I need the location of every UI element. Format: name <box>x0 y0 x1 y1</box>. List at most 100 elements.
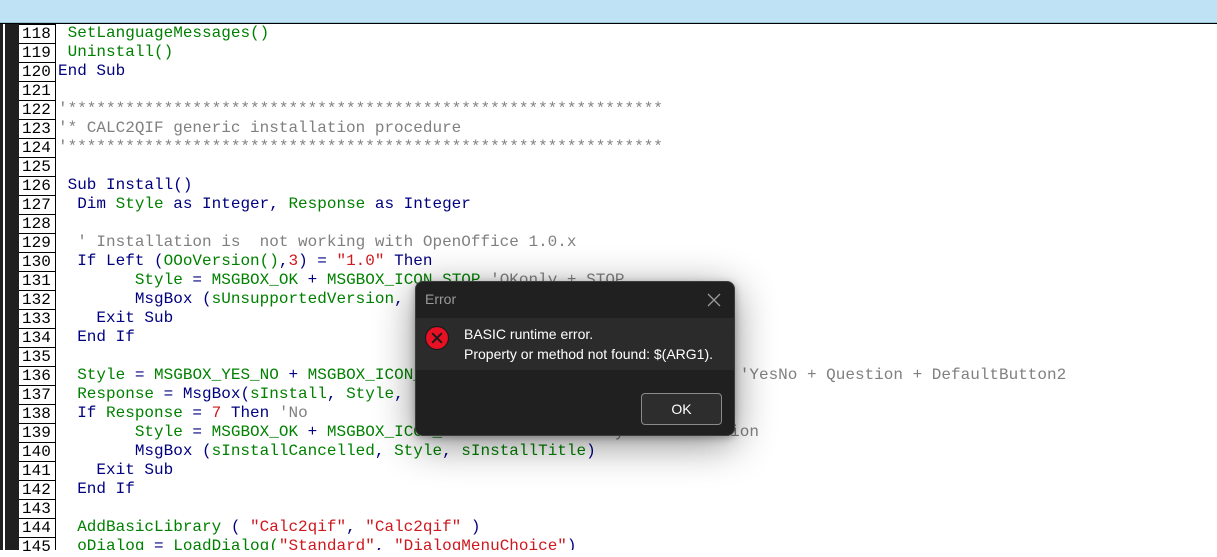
line-number: 120 <box>19 62 55 81</box>
code-line[interactable]: End If <box>58 480 135 499</box>
code-token: + <box>298 271 327 289</box>
code-token: = <box>144 537 174 550</box>
breakpoint-margin[interactable] <box>0 24 19 550</box>
line-number: 143 <box>19 499 55 518</box>
code-token: 3 <box>288 252 299 270</box>
code-token: '***************************************… <box>58 138 663 156</box>
code-token: = <box>125 366 155 384</box>
dialog-title: Error <box>425 291 457 307</box>
code-token: Dim <box>58 195 116 213</box>
code-token: Style <box>77 366 126 384</box>
code-token: Uninstall() <box>67 43 174 61</box>
line-number: 139 <box>19 423 55 442</box>
code-line[interactable]: Exit Sub <box>58 461 173 480</box>
code-line[interactable]: MsgBox (sUnsupportedVersion, <box>58 290 404 309</box>
line-number: 131 <box>19 271 55 290</box>
code-token: sUnsupportedVersion <box>211 290 395 308</box>
line-number: 141 <box>19 461 55 480</box>
code-token: Style <box>346 385 395 403</box>
code-line[interactable]: Dim Style as Integer, Response as Intege… <box>58 195 471 214</box>
code-token: sInstallTitle <box>461 442 587 460</box>
error-message-detail: Property or method not found: $(ARG1). <box>464 346 714 362</box>
code-line[interactable]: '* CALC2QIF generic installation procedu… <box>58 119 461 138</box>
line-number: 129 <box>19 233 55 252</box>
code-token: If Left ( <box>58 252 164 270</box>
code-token: ) <box>461 518 481 536</box>
code-line[interactable]: oDialog = LoadDialog("Standard", "Dialog… <box>58 537 577 550</box>
code-token: ( <box>221 518 251 536</box>
code-token: = <box>182 404 212 422</box>
code-token: Exit Sub <box>58 461 174 479</box>
line-number: 130 <box>19 252 55 271</box>
code-token: = <box>182 423 212 441</box>
code-token: MSGBOX_OK <box>211 423 299 441</box>
line-number: 140 <box>19 442 55 461</box>
code-line[interactable]: AddBasicLibrary ( "Calc2qif", "Calc2qif"… <box>58 518 480 537</box>
code-line[interactable]: '***************************************… <box>58 138 663 157</box>
code-line[interactable]: End If <box>58 328 135 347</box>
code-line[interactable]: If Response = 7 Then 'No <box>58 404 307 423</box>
close-icon[interactable] <box>702 288 726 312</box>
line-number: 144 <box>19 518 55 537</box>
code-token: , <box>394 290 404 308</box>
line-number: 135 <box>19 347 55 366</box>
code-token: SetLanguageMessages() <box>67 24 270 42</box>
code-token: ) <box>586 442 596 460</box>
code-token: End If <box>58 480 135 498</box>
code-token: MsgBox ( <box>58 442 212 460</box>
code-token: Response <box>106 404 183 422</box>
error-message-title: BASIC runtime error. <box>464 326 594 342</box>
line-number: 125 <box>19 157 55 176</box>
code-token: Style <box>134 271 183 289</box>
code-token: , <box>374 537 395 550</box>
code-token: sInstallCancelled <box>211 442 375 460</box>
code-token: , <box>394 385 404 403</box>
line-number: 121 <box>19 81 55 100</box>
code-token: Response <box>288 195 366 213</box>
code-line[interactable]: Sub Install() <box>58 176 193 195</box>
line-number: 145 <box>19 537 55 556</box>
code-token: Exit Sub <box>58 309 174 327</box>
code-token: ' Installation is not working with OpenO… <box>58 233 577 251</box>
line-number: 124 <box>19 138 55 157</box>
code-token: OOoVersion() <box>163 252 279 270</box>
code-token: , <box>326 385 347 403</box>
ok-button[interactable]: OK <box>641 393 722 425</box>
code-line[interactable]: End Sub <box>58 62 125 81</box>
line-number: 137 <box>19 385 55 404</box>
code-token: Sub Install() <box>58 176 193 194</box>
code-token: End Sub <box>58 62 126 80</box>
code-token: 7 <box>211 404 222 422</box>
code-line[interactable]: SetLanguageMessages() <box>58 24 270 43</box>
code-token: Then <box>384 252 433 270</box>
code-line[interactable]: Exit Sub <box>58 309 173 328</box>
line-number: 138 <box>19 404 55 423</box>
line-number: 118 <box>19 24 55 43</box>
code-line[interactable]: Response = MsgBox(sInstall, Style, <box>58 385 404 404</box>
code-line[interactable]: '***************************************… <box>58 100 663 119</box>
code-line[interactable]: MsgBox (sInstallCancelled, Style, sInsta… <box>58 442 596 461</box>
code-token: + <box>278 366 308 384</box>
code-token: Style <box>134 423 183 441</box>
code-line[interactable]: If Left (OOoVersion(),3) = "1.0" Then <box>58 252 433 271</box>
line-number: 136 <box>19 366 55 385</box>
code-token: AddBasicLibrary <box>77 518 222 536</box>
code-token: Response <box>77 385 155 403</box>
line-number: 142 <box>19 480 55 499</box>
line-number: 133 <box>19 309 55 328</box>
code-token: "Calc2qif" <box>365 518 462 536</box>
code-token: , <box>442 442 462 460</box>
code-token: , <box>374 442 395 460</box>
line-number: 119 <box>19 43 55 62</box>
code-line[interactable]: Uninstall() <box>58 43 174 62</box>
code-line[interactable]: ' Installation is not working with OpenO… <box>58 233 576 252</box>
code-token: ) <box>566 537 577 550</box>
line-number: 126 <box>19 176 55 195</box>
line-number: 132 <box>19 290 55 309</box>
